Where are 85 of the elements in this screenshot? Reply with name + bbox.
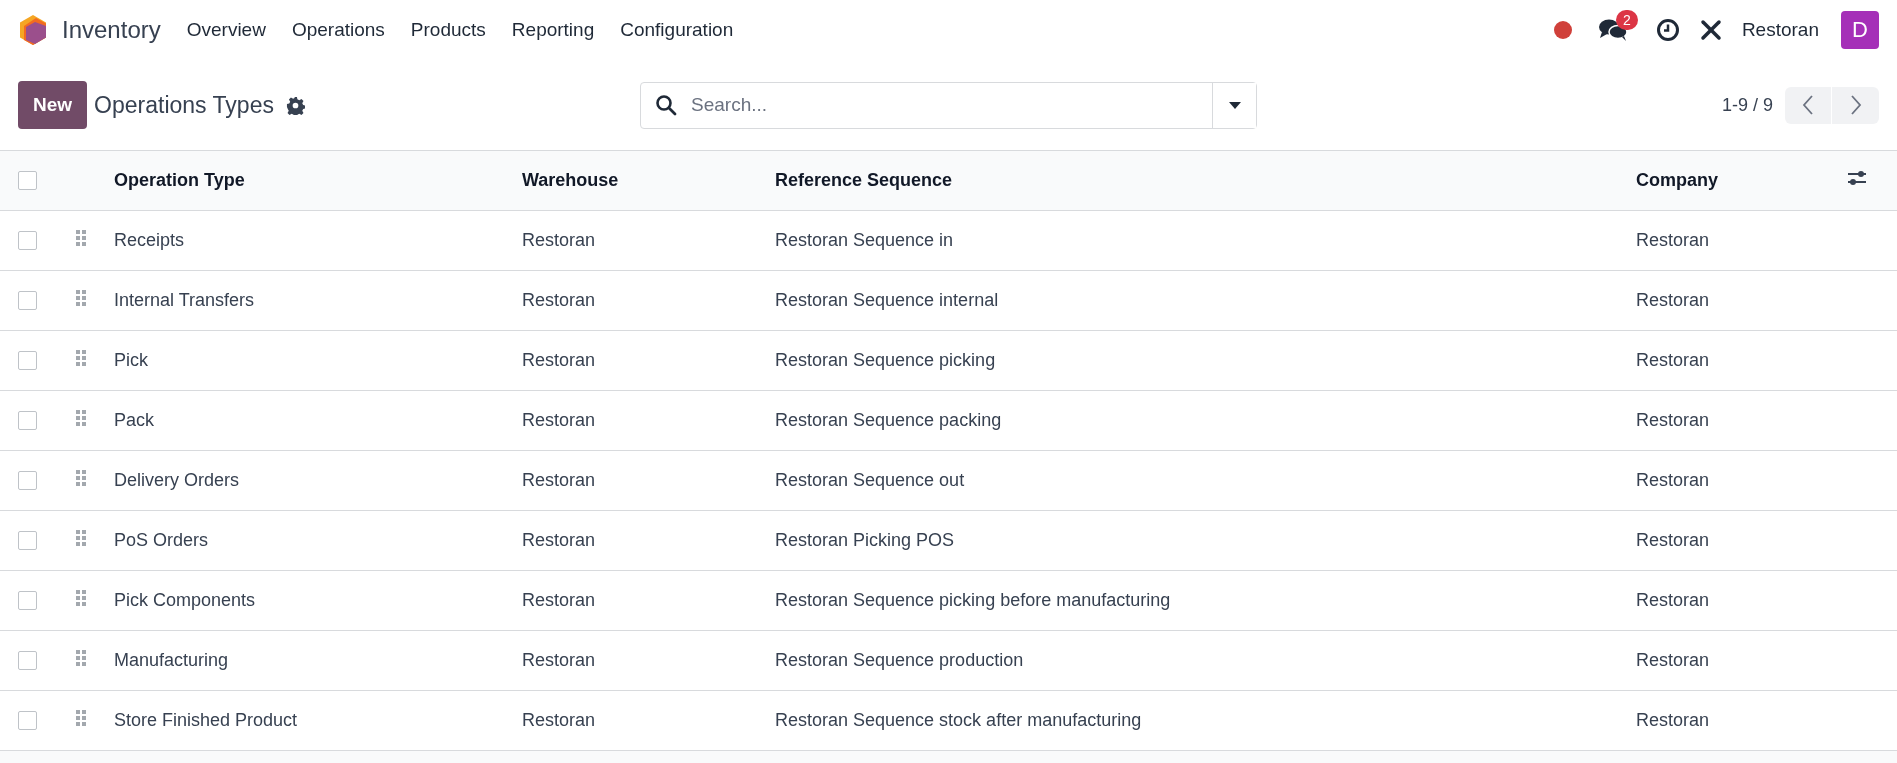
table-cell-text: PoS Orders bbox=[114, 530, 210, 551]
table-cell-text: Pick Components bbox=[114, 590, 257, 611]
table-cell-text: Restoran bbox=[522, 650, 597, 671]
table-cell-text: Delivery Orders bbox=[114, 470, 241, 491]
table-cell-text: Manufacturing bbox=[114, 650, 230, 671]
table-cell-text: Restoran bbox=[522, 410, 597, 431]
menu-item[interactable]: Operations bbox=[291, 19, 401, 41]
table-cell-text: Restoran Sequence production bbox=[775, 650, 1025, 671]
drag-handle-icon[interactable] bbox=[76, 350, 86, 366]
table-cell-text: Restoran bbox=[522, 470, 597, 491]
row-checkbox[interactable] bbox=[18, 231, 37, 250]
table-cell-text: Restoran Sequence picking bbox=[775, 350, 997, 371]
row-checkbox[interactable] bbox=[18, 291, 37, 310]
table-cell-text: Restoran Picking POS bbox=[775, 530, 956, 551]
table-cell-text: Restoran Sequence internal bbox=[775, 290, 1000, 311]
table-cell-text: Store Finished Product bbox=[114, 710, 299, 731]
search-field[interactable]: Search... bbox=[640, 81, 1257, 129]
menu-item[interactable]: Configuration bbox=[620, 19, 750, 41]
row-checkbox[interactable] bbox=[18, 471, 37, 490]
table-cell-text: Restoran bbox=[1636, 230, 1711, 251]
page-title[interactable]: Operations Types bbox=[94, 91, 274, 119]
drag-handle-icon[interactable] bbox=[76, 530, 86, 546]
next-page-button[interactable] bbox=[1832, 86, 1879, 124]
table-cell-text: Restoran bbox=[522, 350, 597, 371]
menu-item[interactable]: Overview bbox=[186, 19, 282, 41]
table-cell-text: Restoran bbox=[1636, 530, 1711, 551]
table-cell-text: Restoran Sequence picking before manufacturing bbox=[775, 590, 1172, 611]
row-checkbox[interactable] bbox=[18, 711, 37, 730]
row-checkbox[interactable] bbox=[18, 351, 37, 370]
column-header[interactable]: Operation Type bbox=[114, 170, 522, 191]
recording-dot-icon[interactable] bbox=[1553, 21, 1572, 39]
drag-handle-icon[interactable] bbox=[76, 410, 86, 426]
table-cell-text: Restoran bbox=[1636, 290, 1711, 311]
drag-handle-icon[interactable] bbox=[76, 470, 86, 486]
table-cell-text: Restoran Sequence out bbox=[775, 470, 966, 491]
settings-icon[interactable] bbox=[285, 95, 305, 115]
table-cell-text: Restoran bbox=[522, 290, 597, 311]
table-cell-text: Internal Transfers bbox=[114, 290, 256, 311]
company-switcher[interactable]: Restoran bbox=[1741, 19, 1819, 41]
table-cell-text: Restoran Sequence in bbox=[775, 230, 955, 251]
row-checkbox[interactable] bbox=[18, 531, 37, 550]
drag-handle-icon[interactable] bbox=[76, 650, 86, 666]
table-cell-text: Restoran bbox=[522, 590, 597, 611]
row-checkbox[interactable] bbox=[18, 411, 37, 430]
app-name[interactable]: Inventory bbox=[62, 16, 161, 44]
table-cell-text: Restoran bbox=[1636, 350, 1711, 371]
select-all-checkbox[interactable] bbox=[18, 171, 37, 190]
table-cell-text: Restoran bbox=[522, 530, 597, 551]
caret-icon bbox=[1228, 101, 1241, 109]
user-avatar[interactable]: D bbox=[1841, 11, 1879, 49]
menu-item[interactable]: Reporting bbox=[511, 19, 611, 41]
search-input[interactable]: Search... bbox=[689, 81, 1212, 129]
app-logo-icon[interactable] bbox=[18, 14, 48, 46]
search-options-button[interactable] bbox=[1212, 82, 1256, 128]
column-header[interactable]: Reference Sequence bbox=[775, 170, 1636, 191]
table-cell-text: Restoran Sequence stock after manufacturing bbox=[775, 710, 1143, 731]
table-cell-text: Restoran bbox=[522, 710, 597, 731]
clock-icon[interactable] bbox=[1655, 18, 1680, 42]
previous-page-button[interactable] bbox=[1785, 86, 1832, 124]
table-cell-text: Restoran bbox=[1636, 470, 1711, 491]
row-checkbox[interactable] bbox=[18, 591, 37, 610]
table-cell-text: Restoran bbox=[1636, 410, 1711, 431]
table-cell-text: Receipts bbox=[114, 230, 186, 251]
table-cell-text: Restoran bbox=[1636, 710, 1711, 731]
table-cell-text: Restoran bbox=[1636, 650, 1711, 671]
column-header[interactable]: Warehouse bbox=[522, 170, 775, 191]
menu-item[interactable]: Products bbox=[410, 19, 502, 41]
drag-handle-icon[interactable] bbox=[76, 290, 86, 306]
pager-value[interactable]: 1-9 / 9 bbox=[1721, 94, 1773, 116]
drag-handle-icon[interactable] bbox=[76, 710, 86, 726]
drag-handle-icon[interactable] bbox=[76, 230, 86, 246]
row-checkbox[interactable] bbox=[18, 651, 37, 670]
table-cell-text: Restoran Sequence packing bbox=[775, 410, 1003, 431]
chevron-left-icon bbox=[1802, 95, 1814, 115]
table-cell-text: Pick bbox=[114, 350, 149, 371]
table-cell-text: Restoran bbox=[522, 230, 597, 251]
column-header[interactable]: Company bbox=[1636, 170, 1847, 191]
chevron-right-icon bbox=[1849, 95, 1862, 115]
column-settings-icon[interactable] bbox=[1847, 169, 1867, 187]
new-button[interactable]: New bbox=[18, 81, 88, 129]
table-cell-text: Pack bbox=[114, 410, 156, 431]
message-count-badge: 2 bbox=[1615, 10, 1638, 30]
search-icon bbox=[655, 94, 677, 116]
drag-handle-icon[interactable] bbox=[76, 590, 86, 606]
table-cell-text: Restoran bbox=[1636, 590, 1711, 611]
